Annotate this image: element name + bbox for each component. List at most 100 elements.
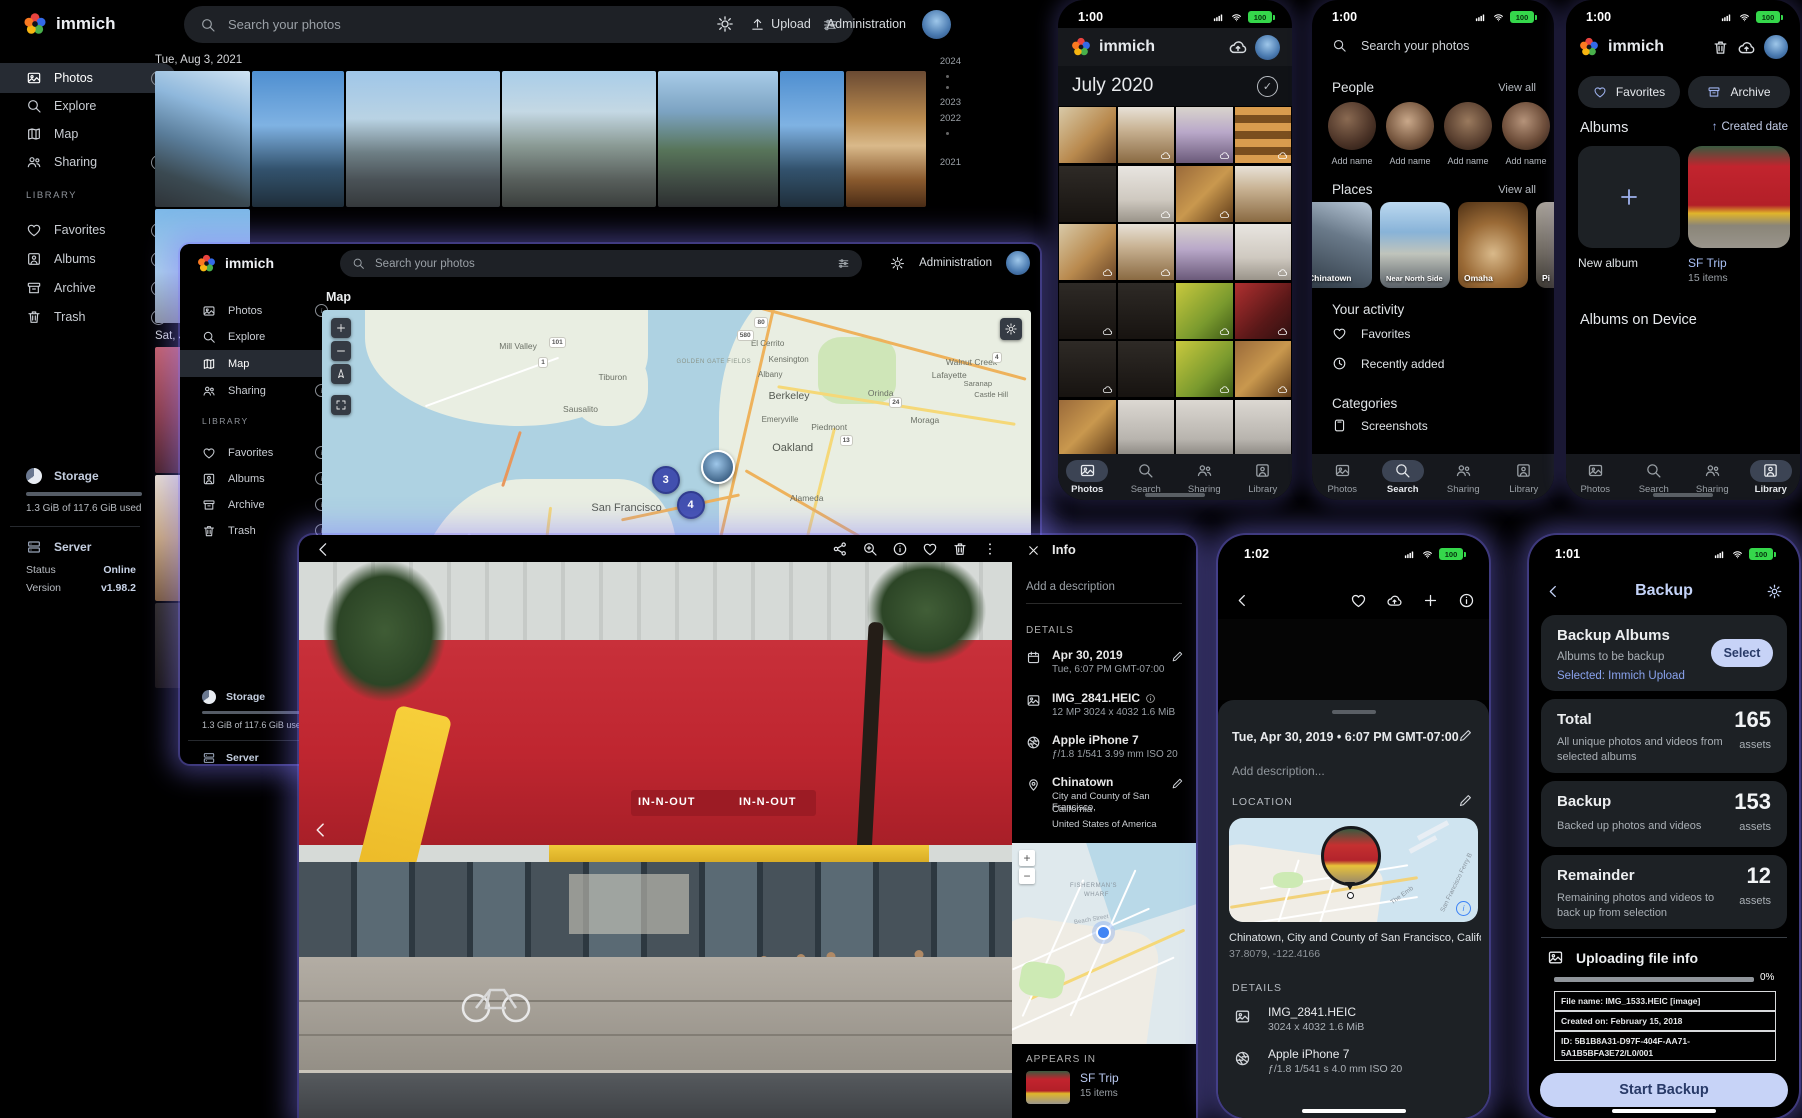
places-view-all[interactable]: View all — [1498, 184, 1536, 196]
photo-thumbnail[interactable] — [1118, 107, 1175, 163]
activity-recently-added[interactable]: Recently added — [1332, 356, 1444, 371]
immich-logo[interactable]: immich — [22, 11, 116, 37]
sidebar-item-sharing[interactable]: Sharing i — [0, 148, 176, 176]
photo-thumbnail[interactable] — [252, 71, 344, 207]
plus-icon[interactable] — [1422, 592, 1439, 609]
immich-logo[interactable]: immich — [196, 253, 274, 274]
photo-thumbnail[interactable] — [1118, 166, 1175, 222]
sidebar-item-explore[interactable]: Explore — [0, 92, 176, 120]
tab-library[interactable]: Library — [1494, 454, 1555, 500]
kebab-menu-icon[interactable] — [982, 541, 998, 557]
info-map-thumbnail[interactable]: FISHERMAN'S WHARF Beach Street + − — [1012, 843, 1196, 1044]
photo-area[interactable] — [1218, 619, 1489, 700]
heart-icon[interactable] — [922, 541, 938, 557]
start-backup-button[interactable]: Start Backup — [1540, 1073, 1788, 1107]
place-tile[interactable]: Chinatown — [1312, 202, 1372, 288]
map-locate-button[interactable] — [331, 364, 351, 384]
tab-photos[interactable]: Photos — [1058, 454, 1117, 500]
pencil-icon[interactable] — [1458, 728, 1473, 743]
photo-thumbnail[interactable] — [502, 71, 656, 207]
photo-thumbnail[interactable] — [1059, 107, 1116, 163]
mini-map-zoom-out[interactable]: − — [1019, 868, 1035, 884]
person-face[interactable] — [1328, 102, 1376, 150]
sidebar-item-albums[interactable]: Albums i — [180, 466, 336, 491]
sidebar-item-trash[interactable]: Trash i — [0, 303, 176, 331]
info-circle-icon[interactable] — [892, 541, 908, 557]
sidebar-item-favorites[interactable]: Favorites i — [0, 216, 176, 244]
photo-thumbnail[interactable] — [1176, 224, 1233, 280]
cloud-sync-icon[interactable] — [1228, 37, 1248, 57]
photo-thumbnail[interactable] — [1235, 341, 1292, 397]
sidebar-item-map[interactable]: Map — [0, 120, 176, 148]
map-zoom-in-button[interactable] — [331, 318, 351, 338]
prev-photo-chevron-icon[interactable] — [311, 820, 331, 840]
trash-icon[interactable] — [1712, 39, 1729, 56]
sidebar-item-albums[interactable]: Albums i — [0, 245, 176, 273]
archive-button[interactable]: Archive — [1688, 76, 1790, 108]
photo-balloon-marker[interactable] — [1321, 826, 1381, 886]
info-circle-icon[interactable] — [1458, 592, 1475, 609]
avatar[interactable] — [1764, 35, 1788, 59]
theme-toggle-sun-icon[interactable] — [890, 256, 905, 271]
map-zoom-out-button[interactable] — [331, 341, 351, 361]
tab-photos[interactable]: Photos — [1566, 454, 1625, 500]
photo-thumbnail[interactable] — [1118, 400, 1175, 456]
photo-viewer[interactable]: IN-N-OUT IN-N-OUT — [299, 562, 1012, 1118]
select-button[interactable]: Select — [1711, 639, 1773, 667]
info-circle-icon[interactable] — [1145, 693, 1156, 704]
map-cluster-marker[interactable]: 4 — [677, 491, 705, 519]
photo-thumbnail[interactable] — [1235, 400, 1292, 456]
pencil-icon[interactable] — [1171, 777, 1184, 790]
cloud-upload-icon[interactable] — [1386, 592, 1403, 609]
filter-sliders-icon[interactable] — [837, 257, 850, 270]
photo-thumbnail[interactable] — [1176, 400, 1233, 456]
photo-thumbnail[interactable] — [1235, 166, 1292, 222]
pencil-icon[interactable] — [1458, 793, 1473, 808]
tab-sharing[interactable]: Sharing — [1433, 454, 1494, 500]
photo-thumbnail[interactable] — [780, 71, 844, 207]
home-indicator[interactable] — [1302, 1109, 1406, 1113]
person-face[interactable] — [1444, 102, 1492, 150]
album-tile-sf-trip[interactable] — [1688, 146, 1790, 248]
photo-thumbnail[interactable] — [1118, 283, 1175, 339]
close-icon[interactable] — [1026, 543, 1041, 558]
photo-thumbnail[interactable] — [155, 71, 250, 207]
photo-thumbnail[interactable] — [1118, 341, 1175, 397]
search-input[interactable]: Search your photos — [340, 250, 862, 277]
gear-icon[interactable] — [1766, 583, 1783, 600]
sort-created-date[interactable]: ↑ Created date — [1712, 121, 1788, 133]
sidebar-item-photos[interactable]: Photos i — [0, 63, 176, 93]
avatar[interactable] — [1006, 251, 1030, 275]
home-indicator[interactable] — [1612, 1109, 1716, 1113]
sidebar-item-archive[interactable]: Archive i — [180, 492, 336, 517]
album-row[interactable]: SF Trip 15 items — [1026, 1071, 1119, 1104]
people-view-all[interactable]: View all — [1498, 82, 1536, 94]
map-settings-gear-button[interactable] — [1000, 318, 1022, 340]
category-screenshots[interactable]: Screenshots — [1332, 418, 1428, 433]
location-map-card[interactable]: San Francisco Ferry B The Emb i — [1229, 818, 1478, 922]
sidebar-item-sharing[interactable]: Sharing i — [180, 378, 336, 403]
upload-button[interactable]: Upload — [750, 17, 811, 32]
add-name-label[interactable]: Add name — [1328, 156, 1376, 166]
sidebar-item-map[interactable]: Map — [180, 350, 336, 377]
photo-thumbnail[interactable] — [1235, 224, 1292, 280]
back-arrow-icon[interactable] — [315, 541, 332, 558]
heart-icon[interactable] — [1350, 592, 1367, 609]
home-indicator[interactable] — [1145, 493, 1205, 497]
tab-photos[interactable]: Photos — [1312, 454, 1373, 500]
description-input[interactable]: Add description... — [1232, 764, 1325, 778]
photo-thumbnail[interactable] — [1176, 341, 1233, 397]
search-input[interactable]: Search your photos — [1332, 38, 1469, 53]
photo-thumbnail[interactable] — [1176, 283, 1233, 339]
sidebar-item-favorites[interactable]: Favorites i — [180, 440, 336, 465]
share-icon[interactable] — [832, 541, 848, 557]
add-name-label[interactable]: Add name — [1386, 156, 1434, 166]
sidebar-item-explore[interactable]: Explore — [180, 324, 336, 349]
photo-thumbnail[interactable] — [346, 71, 500, 207]
tab-library[interactable]: Library — [1234, 454, 1293, 500]
place-tile[interactable]: Omaha — [1458, 202, 1528, 288]
map-info-icon[interactable]: i — [1456, 901, 1471, 916]
map-fullscreen-button[interactable] — [331, 395, 351, 415]
place-tile[interactable]: Near North Side — [1380, 202, 1450, 288]
photo-thumbnail[interactable] — [1235, 107, 1292, 163]
